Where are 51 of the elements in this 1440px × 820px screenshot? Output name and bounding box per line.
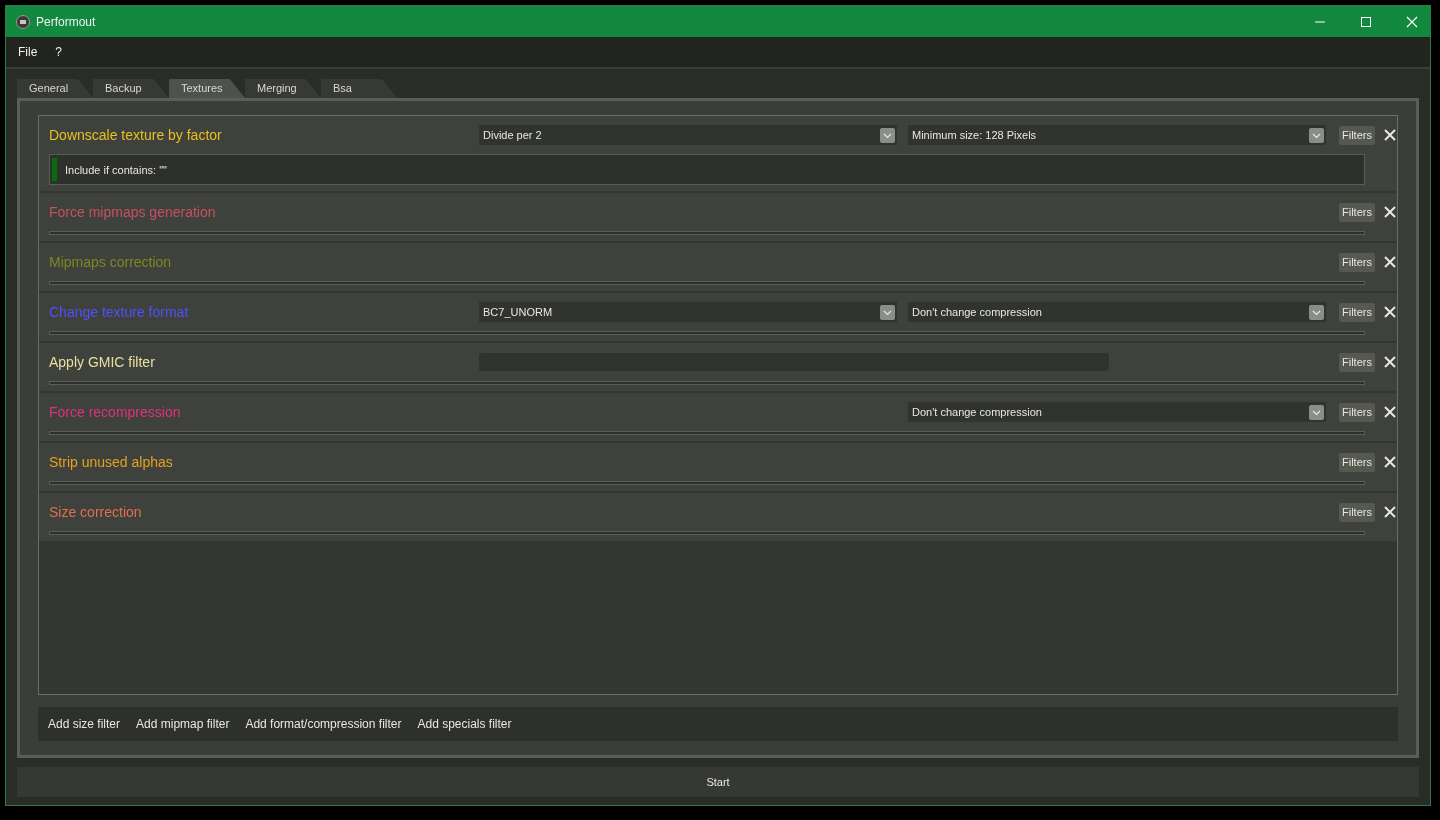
filter-item[interactable]: Include if contains: "" (65, 163, 167, 176)
caret-icon (880, 127, 895, 143)
filters-button[interactable]: Filters (1339, 402, 1375, 422)
operation-title: Downscale texture by factor (49, 127, 223, 143)
menu-item[interactable]: File (18, 45, 38, 59)
caret-icon (880, 304, 895, 320)
app-icon (16, 14, 30, 29)
close-icon[interactable] (1382, 455, 1397, 469)
add-filter-button[interactable]: Add format/compression filter (239, 713, 408, 735)
dropdown[interactable]: Divide per 2 (479, 125, 897, 145)
menu-item[interactable]: ? (55, 45, 63, 59)
operation-title: Change texture format (49, 304, 190, 320)
tab[interactable]: General (17, 79, 93, 98)
filters-button[interactable]: Filters (1339, 502, 1375, 522)
maximize-icon[interactable] (1360, 15, 1372, 28)
tab[interactable]: Bsa (321, 79, 397, 98)
close-icon[interactable] (1382, 205, 1397, 219)
operation-title: Apply GMIC filter (49, 354, 156, 370)
operation-title: Strip unused alphas (49, 454, 174, 470)
tab[interactable]: Merging (245, 79, 321, 98)
operation-title: Force mipmaps generation (49, 204, 217, 220)
dropdown[interactable]: BC7_UNORM (479, 302, 897, 322)
close-icon[interactable] (1382, 255, 1397, 269)
close-icon[interactable] (1382, 305, 1397, 319)
caret-icon (1309, 127, 1324, 143)
close-icon[interactable] (1382, 355, 1397, 369)
dropdown[interactable]: Minimum size: 128 Pixels (908, 125, 1326, 145)
filters-button[interactable]: Filters (1339, 125, 1375, 145)
filters-button[interactable]: Filters (1339, 302, 1375, 322)
dropdown[interactable]: Don't change compression (908, 302, 1326, 322)
filters-button[interactable]: Filters (1339, 352, 1375, 372)
operation-title: Force recompression (49, 404, 182, 420)
close-icon[interactable] (1382, 405, 1397, 419)
add-filter-button[interactable]: Add mipmap filter (130, 713, 236, 735)
tab[interactable]: Backup (93, 79, 169, 98)
add-filter-button[interactable]: Add specials filter (411, 713, 518, 735)
add-filter-button[interactable]: Add size filter (42, 713, 127, 735)
caret-icon (1309, 304, 1324, 320)
start-button[interactable]: Start (17, 767, 1419, 797)
operation-title: Mipmaps correction (49, 254, 173, 270)
close-icon[interactable] (1382, 505, 1397, 519)
filters-button[interactable]: Filters (1339, 452, 1375, 472)
dropdown[interactable]: Don't change compression (908, 402, 1326, 422)
operation-title: Size correction (49, 504, 143, 520)
tab[interactable]: Textures (169, 79, 245, 98)
close-icon[interactable] (1382, 128, 1397, 142)
filter-marker (52, 158, 57, 181)
filters-button[interactable]: Filters (1339, 252, 1375, 272)
filters-button[interactable]: Filters (1339, 202, 1375, 222)
caret-icon (1309, 404, 1324, 420)
window-title: Performout (36, 14, 96, 29)
